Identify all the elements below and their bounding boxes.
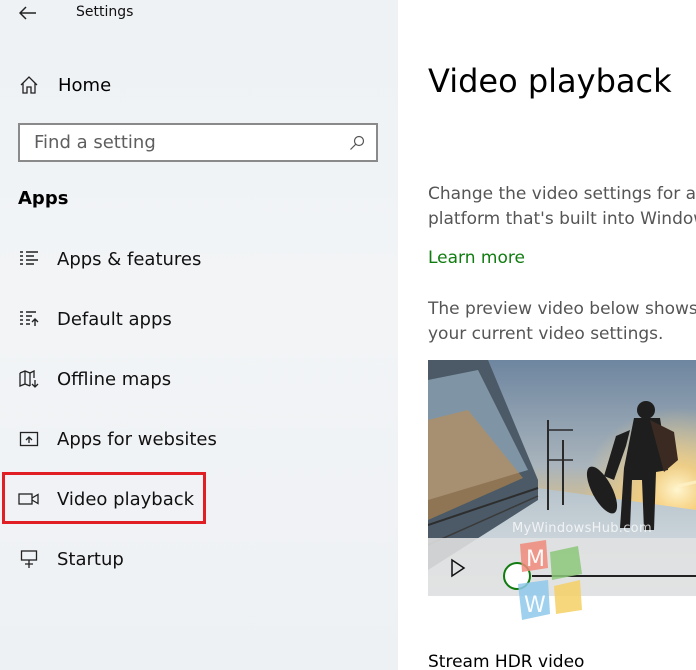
list-icon [18,248,40,270]
search-icon[interactable] [348,134,366,152]
sidebar-item-startup[interactable]: Startup [18,544,124,574]
watermark-logo-icon: M W [518,540,582,620]
section-title-apps: Apps [18,188,69,209]
search-input[interactable] [34,132,348,153]
page-title: Video playback [428,62,672,100]
sidebar-item-label: Apps & features [57,248,202,270]
preview-description-line-2: your current video settings. [428,324,664,344]
sidebar-item-home[interactable]: Home [18,72,111,98]
startup-icon [18,548,40,570]
sidebar-item-label: Offline maps [57,368,172,390]
play-button[interactable] [448,558,468,578]
back-button[interactable] [14,2,42,24]
open-in-app-icon [18,428,40,450]
sidebar-item-offline-maps[interactable]: Offline maps [18,364,171,394]
title-bar: Settings [0,0,398,28]
sidebar: Settings Home Apps Apps & features [0,0,398,670]
stream-hdr-heading: Stream HDR video [428,652,585,670]
back-arrow-icon [19,6,36,20]
watermark-letter-m: M [526,547,545,572]
search-box[interactable] [18,123,378,162]
watermark-letter-w: W [524,593,546,618]
sidebar-item-apps-features[interactable]: Apps & features [18,244,201,274]
sidebar-item-label: Startup [57,548,124,570]
sidebar-item-default-apps[interactable]: Default apps [18,304,172,334]
map-download-icon [18,368,40,390]
preview-description-line-1: The preview video below shows y [428,299,696,319]
sidebar-item-label: Apps for websites [57,428,217,450]
play-icon [451,558,466,578]
sidebar-item-label: Default apps [57,308,172,330]
sidebar-item-apps-for-websites[interactable]: Apps for websites [18,424,217,454]
selection-highlight [2,472,206,524]
default-apps-icon [18,308,40,330]
app-title: Settings [76,4,134,20]
home-label: Home [58,74,112,96]
video-watermark-text: MyWindowsHub.com [512,521,652,536]
learn-more-link[interactable]: Learn more [428,248,525,268]
home-icon [18,74,40,96]
description-line-1: Change the video settings for ap [428,184,696,204]
description-line-2: platform that's built into Window [428,209,696,229]
